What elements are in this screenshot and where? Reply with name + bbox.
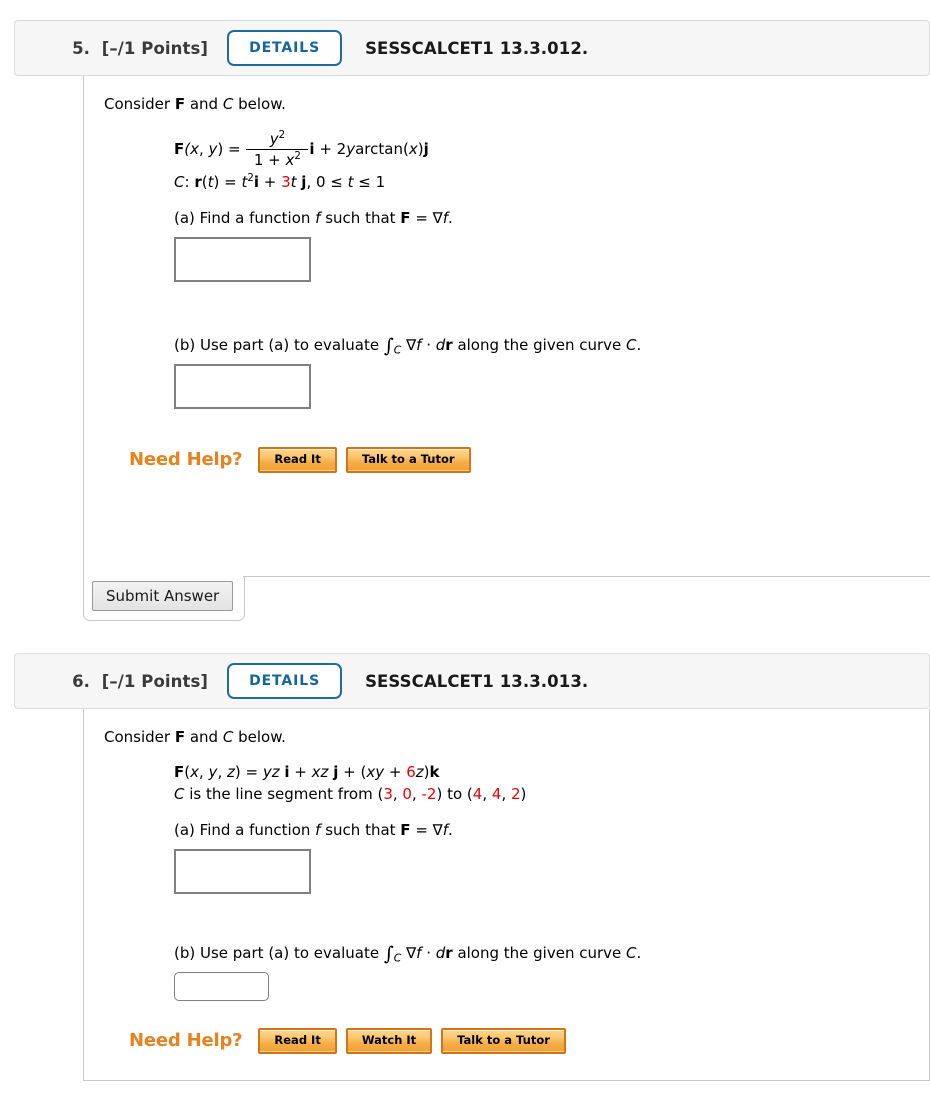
field-coefficient-red-6: 6: [406, 762, 416, 781]
consider-pre-6: Consider: [104, 728, 175, 746]
details-button-6[interactable]: DETAILS: [227, 663, 343, 699]
consider-post-6: below.: [233, 728, 286, 746]
consider-mid-6: and: [185, 728, 223, 746]
problem-6-number: 6.: [72, 671, 91, 691]
problem-5-number-points: 5. [–/1 Points]: [37, 20, 208, 77]
consider-vector-F: F: [174, 95, 186, 113]
watch-it-button-6[interactable]: Watch It: [345, 1027, 433, 1054]
curve-coefficient-red: 3: [281, 172, 291, 191]
consider-curve-C-6: C: [222, 728, 234, 746]
details-button-5[interactable]: DETAILS: [227, 30, 343, 66]
problem-5-part-b-input[interactable]: [174, 363, 311, 409]
field-lhs: F(x, y) =: [174, 140, 246, 159]
problem-5-body: Consider F and C below. F(x, y) = y2 1 +…: [83, 76, 930, 576]
problem-6-part-b-label: (b) Use part (a) to evaluate ∫C ∇f · dr …: [174, 942, 642, 965]
problem-5-footer-rule: [243, 576, 930, 577]
problem-6: 6. [–/1 Points] DETAILS SESSCALCET1 13.3…: [14, 653, 930, 1081]
consider-mid: and: [185, 95, 223, 113]
problem-6-body: Consider F and C below. F(x, y, z) = yz …: [83, 709, 930, 1081]
fraction-denominator: 1 + x2: [253, 150, 301, 169]
fraction-numerator: y2: [269, 129, 286, 148]
problem-5-need-help: Need Help? Read It Talk to a Tutor: [129, 446, 930, 473]
problem-5-part-a-input[interactable]: [174, 236, 311, 282]
consider-curve-C: C: [222, 95, 234, 113]
from-z: -2: [421, 784, 437, 803]
problem-6-part-b-input[interactable]: [174, 971, 269, 1001]
submit-answer-button-5[interactable]: Submit Answer: [92, 581, 234, 611]
to-z: 2: [510, 784, 521, 803]
problem-5-code: SESSCALCET1 13.3.012.: [365, 38, 589, 58]
to-x: 4: [472, 784, 483, 803]
problem-5-part-a-label: (a) Find a function f such that F = ∇f.: [174, 208, 453, 227]
fraction: y2 1 + x2: [246, 129, 309, 169]
problem-6-code: SESSCALCET1 13.3.013.: [365, 671, 589, 691]
problem-6-need-help: Need Help? Read It Watch It Talk to a Tu…: [129, 1027, 929, 1054]
from-y: 0: [402, 784, 412, 803]
read-it-button-6[interactable]: Read It: [258, 1027, 337, 1054]
consider-pre: Consider: [104, 95, 175, 113]
consider-vector-F-6: F: [174, 728, 186, 746]
problem-6-field-definition: F(x, y, z) = yz i + xz j + (xy + 6z)k: [174, 762, 440, 781]
problem-5-curve-definition: C: r(t) = t2i + 3t j, 0 ≤ t ≤ 1: [174, 172, 386, 191]
problem-6-consider: Consider F and C below.: [104, 727, 929, 749]
problem-6-points: [–/1 Points]: [101, 671, 209, 691]
problem-5: 5. [–/1 Points] DETAILS SESSCALCET1 13.3…: [14, 20, 930, 576]
consider-post: below.: [233, 95, 286, 113]
need-help-label-6: Need Help?: [129, 1030, 243, 1052]
read-it-button-5[interactable]: Read It: [258, 446, 337, 473]
problem-6-part-a-input[interactable]: [174, 848, 311, 894]
talk-to-a-tutor-button-6[interactable]: Talk to a Tutor: [441, 1027, 566, 1054]
problem-5-points: [–/1 Points]: [101, 38, 209, 58]
from-x: 3: [383, 784, 393, 803]
field-tail: i + 2yarctan(x)j: [309, 140, 429, 159]
need-help-label-5: Need Help?: [129, 449, 243, 471]
problem-5-consider: Consider F and C below.: [104, 94, 930, 116]
problem-5-number: 5.: [72, 38, 91, 58]
problem-6-number-points: 6. [–/1 Points]: [37, 653, 208, 710]
talk-to-a-tutor-button-5[interactable]: Talk to a Tutor: [345, 446, 471, 473]
problem-5-header: 5. [–/1 Points] DETAILS SESSCALCET1 13.3…: [14, 20, 930, 76]
to-y: 4: [491, 784, 502, 803]
problem-5-field-definition: F(x, y) = y2 1 + x2 i + 2yarctan(x)j: [174, 130, 930, 169]
problem-5-part-b-label: (b) Use part (a) to evaluate ∫C ∇f · dr …: [174, 334, 642, 357]
problem-6-part-a-label: (a) Find a function f such that F = ∇f.: [174, 820, 453, 839]
problem-6-header: 6. [–/1 Points] DETAILS SESSCALCET1 13.3…: [14, 653, 930, 709]
problem-6-segment-definition: C is the line segment from (3, 0, -2) to…: [174, 784, 527, 803]
